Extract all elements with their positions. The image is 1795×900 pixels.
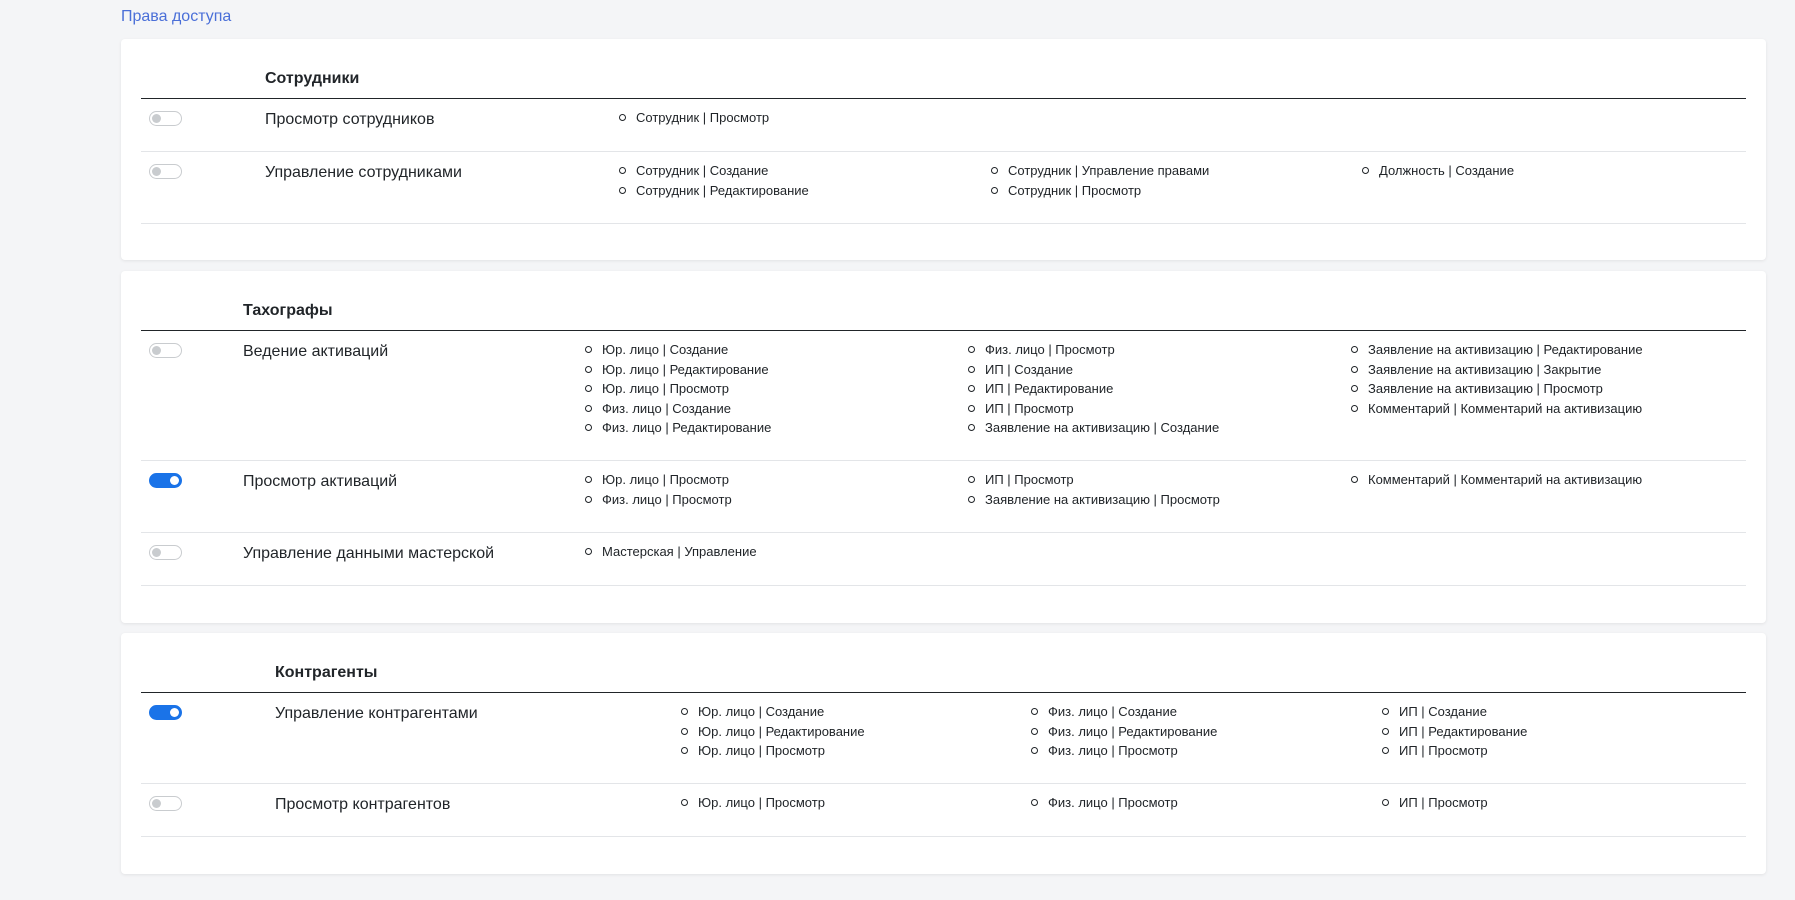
list-item: Заявление на активизацию | Просмотр — [968, 490, 1220, 510]
permission-label: Просмотр активаций — [243, 473, 398, 490]
permission-row: Управление контрагентами Юр. лицо | Созд… — [141, 693, 1746, 784]
toggle-knob — [152, 548, 161, 557]
permission-list: ИП | Создание ИП | Редактирование ИП | П… — [1382, 702, 1527, 761]
permission-list: Юр. лицо | Создание Юр. лицо | Редактиро… — [681, 702, 865, 761]
permission-list: Сотрудник | Управление правами Сотрудник… — [991, 161, 1209, 200]
list-item: ИП | Редактирование — [1382, 722, 1527, 742]
toggle-knob — [152, 167, 161, 176]
permission-toggle[interactable] — [149, 796, 182, 811]
permission-list: Физ. лицо | Просмотр — [1031, 793, 1178, 813]
permission-row: Управление сотрудниками Сотрудник | Созд… — [141, 152, 1746, 224]
permission-row: Управление данными мастерской Мастерская… — [141, 533, 1746, 586]
permission-list: Сотрудник | Просмотр — [619, 108, 769, 128]
list-item: Заявление на активизацию | Просмотр — [1351, 379, 1643, 399]
list-item: Должность | Создание — [1362, 161, 1514, 181]
list-item: Физ. лицо | Редактирование — [585, 418, 771, 438]
permission-list: Юр. лицо | Просмотр — [681, 793, 825, 813]
permission-toggle[interactable] — [149, 705, 182, 720]
list-item: Юр. лицо | Просмотр — [585, 470, 732, 490]
list-item: Физ. лицо | Просмотр — [1031, 741, 1217, 761]
permission-label: Управление сотрудниками — [265, 164, 462, 181]
section-title: Сотрудники — [265, 70, 360, 87]
list-item: Физ. лицо | Редактирование — [1031, 722, 1217, 742]
section-card-employees: Сотрудники Просмотр сотрудников Сотрудни… — [121, 39, 1766, 260]
permission-label: Просмотр сотрудников — [265, 111, 435, 128]
permission-label: Просмотр контрагентов — [275, 796, 451, 813]
permission-list: Мастерская | Управление — [585, 542, 757, 562]
list-item: Физ. лицо | Просмотр — [968, 340, 1219, 360]
permission-list: Заявление на активизацию | Редактировани… — [1351, 340, 1643, 418]
section-header: Сотрудники — [141, 39, 1746, 99]
permission-label: Управление контрагентами — [275, 705, 478, 722]
list-item: Сотрудник | Редактирование — [619, 181, 809, 201]
list-item: Сотрудник | Создание — [619, 161, 809, 181]
toggle-knob — [152, 114, 161, 123]
permission-toggle[interactable] — [149, 164, 182, 179]
list-item: Комментарий | Комментарий на активизацию — [1351, 399, 1643, 419]
list-item: Заявление на активизацию | Создание — [968, 418, 1219, 438]
list-item: Юр. лицо | Просмотр — [585, 379, 771, 399]
section-header: Контрагенты — [141, 633, 1746, 693]
list-item: Юр. лицо | Просмотр — [681, 741, 865, 761]
permission-list: Физ. лицо | Просмотр ИП | Создание ИП | … — [968, 340, 1219, 438]
list-item: Физ. лицо | Создание — [585, 399, 771, 419]
section-title: Контрагенты — [275, 664, 378, 681]
list-item: Юр. лицо | Создание — [585, 340, 771, 360]
permission-toggle[interactable] — [149, 343, 182, 358]
permission-toggle[interactable] — [149, 545, 182, 560]
list-item: ИП | Просмотр — [1382, 793, 1488, 813]
permission-list: ИП | Просмотр — [1382, 793, 1488, 813]
toggle-knob — [152, 346, 161, 355]
list-item: Юр. лицо | Редактирование — [681, 722, 865, 742]
list-item: Сотрудник | Просмотр — [991, 181, 1209, 201]
permission-list: Юр. лицо | Создание Юр. лицо | Редактиро… — [585, 340, 771, 438]
list-item: Мастерская | Управление — [585, 542, 757, 562]
page-title-link[interactable]: Права доступа — [121, 8, 231, 26]
permission-toggle[interactable] — [149, 111, 182, 126]
permission-list: Комментарий | Комментарий на активизацию — [1351, 470, 1642, 490]
permission-list: Должность | Создание — [1362, 161, 1514, 181]
list-item: Заявление на активизацию | Редактировани… — [1351, 340, 1643, 360]
permission-row: Ведение активаций Юр. лицо | Создание Юр… — [141, 331, 1746, 461]
list-item: Сотрудник | Управление правами — [991, 161, 1209, 181]
permission-list: Физ. лицо | Создание Физ. лицо | Редакти… — [1031, 702, 1217, 761]
section-header: Тахографы — [141, 271, 1746, 331]
list-item: ИП | Просмотр — [968, 399, 1219, 419]
list-item: ИП | Создание — [1382, 702, 1527, 722]
permission-row: Просмотр активаций Юр. лицо | Просмотр Ф… — [141, 461, 1746, 533]
permission-toggle[interactable] — [149, 473, 182, 488]
list-item: Физ. лицо | Просмотр — [585, 490, 732, 510]
permission-list: Сотрудник | Создание Сотрудник | Редакти… — [619, 161, 809, 200]
list-item: Физ. лицо | Просмотр — [1031, 793, 1178, 813]
section-card-counterparties: Контрагенты Управление контрагентами Юр.… — [121, 633, 1766, 874]
section-card-tachographs: Тахографы Ведение активаций Юр. лицо | С… — [121, 271, 1766, 623]
toggle-knob — [170, 476, 179, 485]
permission-label: Ведение активаций — [243, 343, 389, 360]
list-item: Заявление на активизацию | Закрытие — [1351, 360, 1643, 380]
list-item: Юр. лицо | Просмотр — [681, 793, 825, 813]
permission-list: ИП | Просмотр Заявление на активизацию |… — [968, 470, 1220, 509]
toggle-knob — [152, 799, 161, 808]
list-item: Юр. лицо | Создание — [681, 702, 865, 722]
list-item: Юр. лицо | Редактирование — [585, 360, 771, 380]
list-item: ИП | Создание — [968, 360, 1219, 380]
list-item: ИП | Просмотр — [1382, 741, 1527, 761]
permission-row: Просмотр сотрудников Сотрудник | Просмот… — [141, 99, 1746, 152]
toggle-knob — [170, 708, 179, 717]
list-item: Комментарий | Комментарий на активизацию — [1351, 470, 1642, 490]
permission-label: Управление данными мастерской — [243, 545, 495, 562]
section-title: Тахографы — [243, 302, 333, 319]
list-item: Физ. лицо | Создание — [1031, 702, 1217, 722]
list-item: ИП | Просмотр — [968, 470, 1220, 490]
permission-row: Просмотр контрагентов Юр. лицо | Просмот… — [141, 784, 1746, 837]
permission-list: Юр. лицо | Просмотр Физ. лицо | Просмотр — [585, 470, 732, 509]
list-item: Сотрудник | Просмотр — [619, 108, 769, 128]
list-item: ИП | Редактирование — [968, 379, 1219, 399]
